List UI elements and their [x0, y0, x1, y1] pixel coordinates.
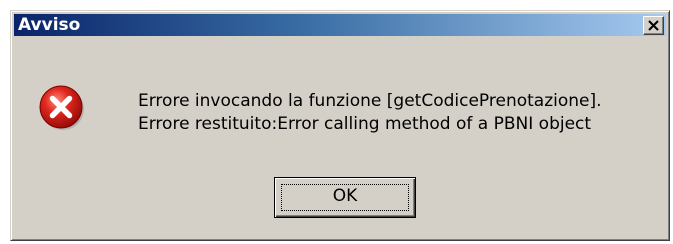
error-icon [39, 85, 84, 130]
message-dialog: Avviso Errore invocando la funzione [get… [10, 10, 670, 241]
window-title: Avviso [18, 15, 81, 35]
ok-button-label: OK [332, 186, 358, 206]
close-button[interactable] [643, 16, 664, 35]
message-line-1: Errore invocando la funzione [getCodiceP… [138, 91, 602, 111]
title-bar[interactable]: Avviso [14, 14, 666, 36]
message-line-2: Errore restituito:Error calling method o… [138, 114, 592, 134]
close-x-icon [648, 20, 659, 31]
error-message: Errore invocando la funzione [getCodiceP… [138, 90, 602, 136]
ok-button[interactable]: OK [274, 177, 416, 218]
